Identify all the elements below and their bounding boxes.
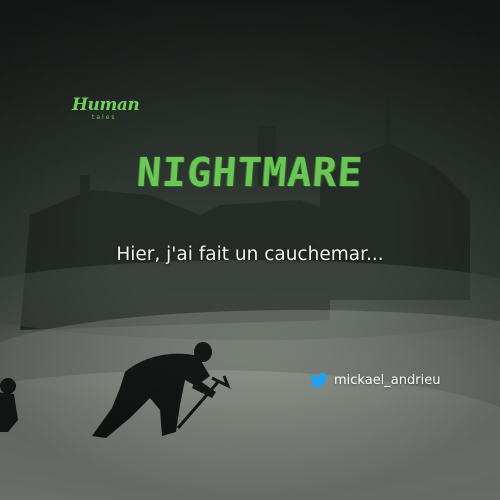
page-title: NIGHTMARE xyxy=(135,150,365,196)
twitter-bird-icon xyxy=(310,372,328,388)
twitter-handle-text: mickael_andrieu xyxy=(334,372,441,388)
human-tales-logo: Human tales xyxy=(72,96,144,128)
twitter-handle: mickael_andrieu xyxy=(310,371,440,389)
logo-name: Human xyxy=(72,95,140,115)
nightmare-card: Human tales NIGHTMARE Hier, j'ai fait un… xyxy=(0,0,500,500)
logo-subtext: tales xyxy=(92,114,117,121)
subtitle: Hier, j'ai fait un cauchemar... xyxy=(116,244,384,265)
